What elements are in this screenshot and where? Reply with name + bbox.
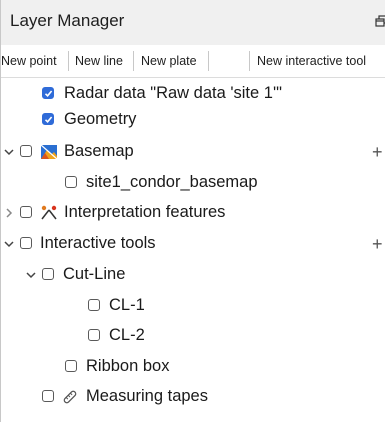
float-window-icon[interactable] xyxy=(375,15,385,28)
chevron-down-icon[interactable] xyxy=(3,237,15,249)
geometry-checkbox[interactable] xyxy=(42,113,54,125)
cl-2-checkbox[interactable] xyxy=(88,329,100,341)
measuring-tapes-checkbox[interactable] xyxy=(42,390,54,402)
interactive-tools-label: Interactive tools xyxy=(40,234,156,252)
chevron-down-icon[interactable] xyxy=(3,145,15,157)
cl-1-label: CL-1 xyxy=(109,296,145,314)
radar-data-label: Radar data "Raw data 'site 1'" xyxy=(64,84,282,102)
add-interactive-tool-button[interactable]: + xyxy=(372,235,383,253)
basemap-label: Basemap xyxy=(64,142,134,160)
tree-item-radar-data[interactable]: Radar data "Raw data 'site 1'" xyxy=(0,82,385,106)
tree-item-interpretation-features[interactable]: Interpretation features xyxy=(0,201,385,225)
new-plate-button[interactable]: New plate xyxy=(141,54,197,68)
tree-item-interactive-tools[interactable]: Interactive tools + xyxy=(0,232,385,256)
interpretation-features-icon xyxy=(40,204,58,222)
toolbar-separator xyxy=(249,51,250,71)
ribbon-box-checkbox[interactable] xyxy=(65,360,77,372)
tree-item-geometry[interactable]: Geometry xyxy=(0,108,385,132)
new-point-button[interactable]: New point xyxy=(1,54,57,68)
panel-title: Layer Manager xyxy=(10,11,125,30)
layer-tree: Radar data "Raw data 'site 1'" Geometry xyxy=(0,77,385,422)
interpretation-features-label: Interpretation features xyxy=(64,203,226,221)
tree-item-cut-line[interactable]: Cut-Line xyxy=(0,263,385,287)
site1-condor-basemap-checkbox[interactable] xyxy=(65,176,77,188)
radar-data-checkbox[interactable] xyxy=(42,87,54,99)
panel-titlebar[interactable]: Layer Manager xyxy=(1,0,385,46)
cut-line-checkbox[interactable] xyxy=(42,268,54,280)
measuring-tapes-label: Measuring tapes xyxy=(86,387,208,405)
cl-1-checkbox[interactable] xyxy=(88,299,100,311)
measuring-tape-icon xyxy=(61,388,79,406)
add-basemap-layer-button[interactable]: + xyxy=(372,143,383,161)
cl-2-label: CL-2 xyxy=(109,326,145,344)
geometry-label: Geometry xyxy=(64,110,137,128)
interactive-tools-checkbox[interactable] xyxy=(20,237,32,249)
interpretation-features-checkbox[interactable] xyxy=(20,206,32,218)
toolbar-separator xyxy=(68,51,69,71)
cut-line-label: Cut-Line xyxy=(63,265,126,283)
tree-item-basemap[interactable]: Basemap + xyxy=(0,140,385,164)
new-interactive-tool-button[interactable]: New interactive tool xyxy=(257,54,366,68)
basemap-checkbox[interactable] xyxy=(20,145,32,157)
tree-item-cl-1[interactable]: CL-1 xyxy=(0,294,385,318)
toolbar-separator xyxy=(133,51,134,71)
ribbon-box-label: Ribbon box xyxy=(86,357,170,375)
layer-toolbar: New point New line New plate New interac… xyxy=(1,45,385,78)
tree-item-cl-2[interactable]: CL-2 xyxy=(0,324,385,348)
layer-manager-panel: Layer Manager New point New line New pla… xyxy=(0,0,385,422)
site1-condor-basemap-label: site1_condor_basemap xyxy=(86,173,258,191)
tree-item-site1-condor-basemap[interactable]: site1_condor_basemap xyxy=(0,171,385,195)
tree-item-ribbon-box[interactable]: Ribbon box xyxy=(0,355,385,379)
tree-item-measuring-tapes[interactable]: Measuring tapes xyxy=(0,385,385,409)
toolbar-separator xyxy=(208,51,209,71)
chevron-right-icon[interactable] xyxy=(3,206,15,218)
chevron-down-icon[interactable] xyxy=(25,268,37,280)
new-line-button[interactable]: New line xyxy=(75,54,123,68)
basemap-map-icon xyxy=(40,143,58,161)
